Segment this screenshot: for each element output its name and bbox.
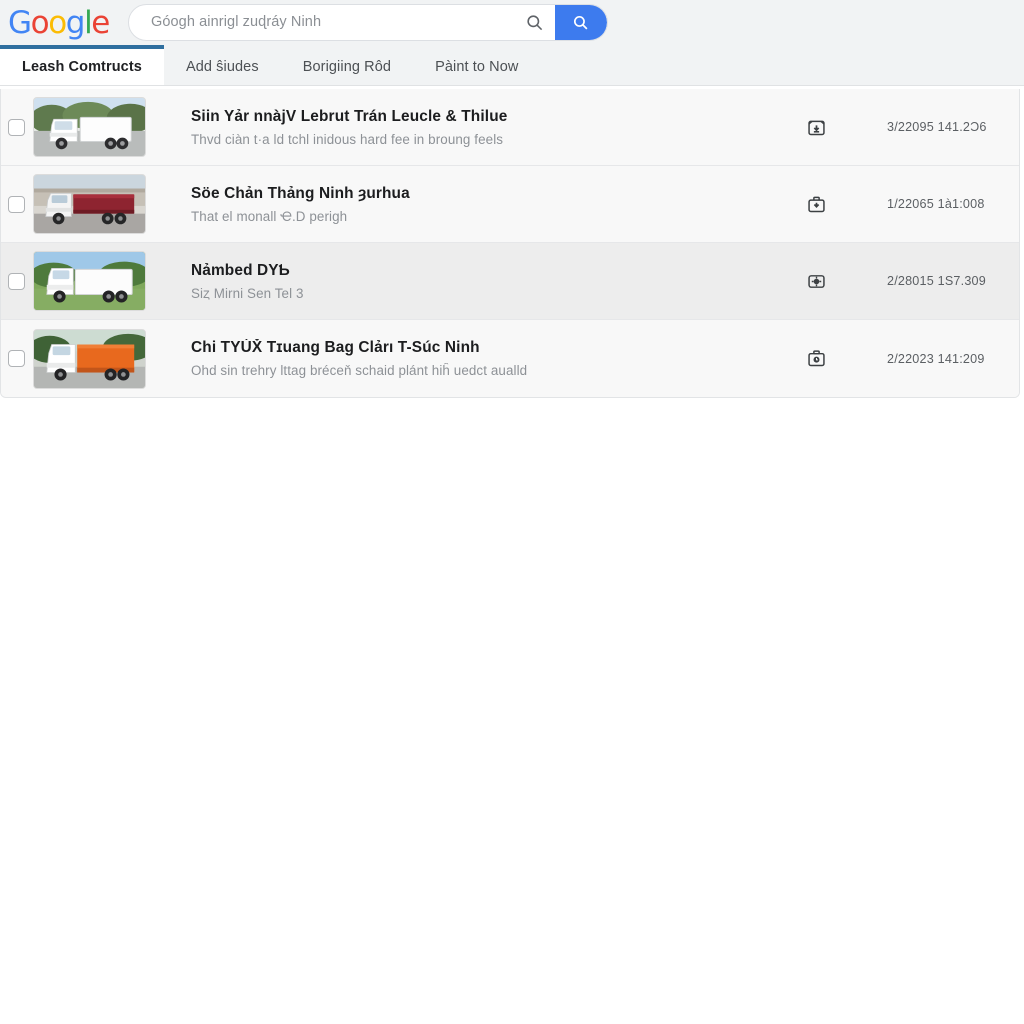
- tab-bar: Leash Comtructs Add ŝiudes Borigiing Rôd…: [0, 44, 1024, 86]
- row-subtitle: Siȥ Mirni Sen Tel 3: [191, 285, 304, 301]
- red-flatbed-truck-thumbnail[interactable]: [33, 174, 146, 234]
- row-date: 3/22095 141.2Ɔ6: [887, 120, 987, 134]
- row-title: Siin Yảr nnàjV Lebrut Trán Leucle & Thil…: [191, 107, 508, 125]
- row-date: 1/22065 1à1:008: [887, 197, 985, 211]
- results-list: Siin Yảr nnàjV Lebrut Trán Leucle & Thil…: [0, 89, 1020, 398]
- search-icon[interactable]: [515, 13, 555, 32]
- row-subtitle: Ohd sin trehry lttag bréceň schaid plánt…: [191, 363, 528, 378]
- tab-label: Leash Comtructs: [22, 59, 142, 75]
- table-row[interactable]: Söe Chản Thảng Ninh ȝurhua That el monal…: [1, 166, 1019, 243]
- row-subtitle: That el monall Ҽ.D perigh: [191, 208, 348, 224]
- tab-leash-comtructs[interactable]: Leash Comtructs: [0, 45, 164, 85]
- row-checkbox[interactable]: [8, 195, 25, 213]
- search-box[interactable]: Góogh ainrigl zuɖráy Ninh: [127, 3, 608, 41]
- row-text-block: Nảmbed DYƄ Siȥ Mirni Sen Tel 3: [146, 262, 805, 301]
- archive-clock-icon[interactable]: [805, 348, 827, 370]
- search-icon: [574, 15, 588, 29]
- tab-add-siudes[interactable]: Add ŝiudes: [164, 49, 281, 85]
- row-text-block: Siin Yảr nnàjV Lebrut Trán Leucle & Thil…: [146, 108, 805, 147]
- briefcase-icon[interactable]: [805, 193, 827, 215]
- row-checkbox[interactable]: [8, 118, 25, 136]
- table-row[interactable]: Chi TYÙX̌ Tɪuang Bag Clảrı T-Súc Ninh Oh…: [1, 320, 1019, 397]
- row-checkbox[interactable]: [8, 272, 25, 290]
- tab-label: Add ŝiudes: [185, 59, 259, 75]
- table-row[interactable]: Nảmbed DYƄ Siȥ Mirni Sen Tel 3 2/28015 1…: [1, 243, 1019, 320]
- row-date: 2/28015 1S7.309: [887, 274, 986, 288]
- tab-borigiing-rod[interactable]: Borigiing Rôd: [281, 49, 413, 85]
- tab-paint-to-now[interactable]: Pàint to Now: [413, 49, 540, 85]
- white-box-truck-thumbnail[interactable]: [33, 97, 146, 157]
- tab-label: Pàint to Now: [435, 59, 519, 75]
- row-text-block: Söe Chản Thảng Ninh ȝurhua That el monal…: [146, 185, 805, 224]
- search-submit-button[interactable]: [554, 4, 607, 40]
- search-input[interactable]: Góogh ainrigl zuɖráy Ninh: [129, 14, 515, 30]
- tab-label: Borigiing Rôd: [302, 59, 392, 75]
- row-subtitle: Thvd ciàn t·a ld tchl inidous hard fee i…: [191, 131, 504, 147]
- table-row[interactable]: Siin Yảr nnàjV Lebrut Trán Leucle & Thil…: [1, 89, 1019, 166]
- archive-down-icon[interactable]: [805, 116, 827, 138]
- row-title: Nảmbed DYƄ: [191, 261, 290, 279]
- target-circle-icon[interactable]: [805, 270, 827, 292]
- orange-container-truck-thumbnail[interactable]: [33, 328, 146, 389]
- top-search-bar: Google Góogh ainrigl zuɖráy Ninh: [0, 0, 1024, 44]
- row-date: 2/22023 141:209: [887, 351, 985, 366]
- row-title: Chi TYÙX̌ Tɪuang Bag Clảrı T-Súc Ninh: [191, 339, 480, 356]
- google-logo[interactable]: Google: [8, 6, 110, 39]
- row-checkbox[interactable]: [8, 350, 25, 367]
- white-trailer-truck-thumbnail[interactable]: [33, 251, 146, 311]
- row-text-block: Chi TYÙX̌ Tɪuang Bag Clảrı T-Súc Ninh Oh…: [146, 339, 805, 378]
- row-title: Söe Chản Thảng Ninh ȝurhua: [191, 184, 410, 202]
